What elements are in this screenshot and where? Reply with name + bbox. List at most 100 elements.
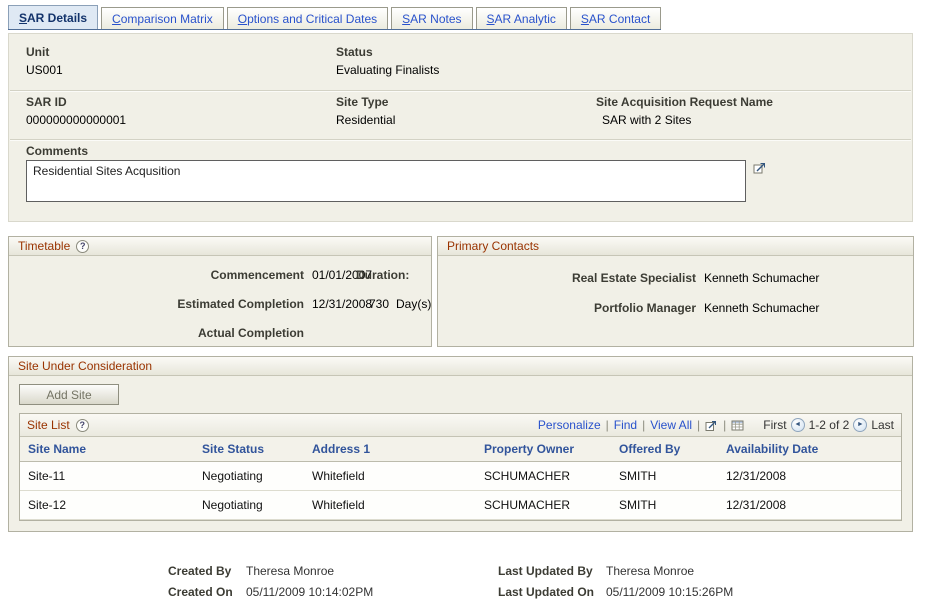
last-updated-on-label: Last Updated On [498, 582, 598, 603]
expand-comments-icon[interactable] [753, 161, 767, 175]
separator: | [606, 418, 609, 432]
pager-next-icon[interactable]: ► [853, 418, 867, 432]
cell-site-name: Site-11 [20, 462, 194, 491]
comments-textarea[interactable]: Residential Sites Acqusition [26, 160, 746, 202]
commencement-label: Commencement [17, 268, 304, 282]
tab-options-critical-dates[interactable]: Options and Critical Dates [227, 7, 388, 29]
find-link[interactable]: Find [614, 418, 637, 432]
tab-comparison-matrix[interactable]: Comparison Matrix [101, 7, 224, 29]
field-status: Status Evaluating Finalists [336, 45, 439, 77]
site-under-consideration-groupbox: Site Under Consideration Add Site Site L… [8, 356, 913, 532]
duration-label: Duration: [356, 268, 409, 282]
view-all-link[interactable]: View All [650, 418, 692, 432]
tab-sar-contact[interactable]: SAR Contact [570, 7, 661, 29]
status-label: Status [336, 45, 439, 59]
column-header-availability-date[interactable]: Availability Date [718, 437, 901, 462]
column-header-site-name[interactable]: Site Name [20, 437, 194, 462]
tab-sar-notes[interactable]: SAR Notes [391, 7, 472, 29]
table-header-row: Site Name Site Status Address 1 Property… [20, 437, 901, 462]
field-site-type: Site Type Residential [336, 95, 395, 127]
last-updated-on-value: 05/11/2009 10:15:26PM [606, 582, 733, 603]
divider [10, 139, 911, 141]
pager-range: 1-2 of 2 [809, 418, 850, 432]
site-list-grid: Site List ? Personalize | Find | View Al… [19, 413, 902, 521]
table-row: Site-12 Negotiating Whitefield SCHUMACHE… [20, 491, 901, 520]
pager-last-link[interactable]: Last [871, 418, 894, 432]
unit-value: US001 [26, 63, 63, 77]
tab-label: Comparison Matrix [112, 12, 213, 26]
column-header-address-1[interactable]: Address 1 [304, 437, 476, 462]
tab-label: SAR Contact [581, 12, 650, 26]
grid-toolbar: Site List ? Personalize | Find | View Al… [20, 414, 901, 437]
cell-property-owner: SCHUMACHER [476, 462, 611, 491]
zoom-grid-icon[interactable] [705, 419, 718, 432]
real-estate-specialist-label: Real Estate Specialist [446, 271, 696, 285]
sar-header-panel: Unit US001 Status Evaluating Finalists S… [8, 33, 913, 222]
field-unit: Unit US001 [26, 45, 63, 77]
column-header-property-owner[interactable]: Property Owner [476, 437, 611, 462]
column-header-offered-by[interactable]: Offered By [611, 437, 718, 462]
tab-sar-analytic[interactable]: SAR Analytic [476, 7, 567, 29]
timetable-header: Timetable ? [9, 237, 431, 256]
separator: | [697, 418, 700, 432]
created-info: Created By Theresa Monroe Created On 05/… [168, 561, 373, 603]
created-on-label: Created On [168, 582, 238, 603]
tab-label: Options and Critical Dates [238, 12, 377, 26]
pager-previous-icon[interactable]: ◄ [791, 418, 805, 432]
site-section-header: Site Under Consideration [9, 357, 912, 376]
duration-unit: Day(s) [396, 297, 431, 311]
site-list-table: Site Name Site Status Address 1 Property… [20, 437, 901, 520]
portfolio-manager-label: Portfolio Manager [446, 301, 696, 315]
sar-name-value: SAR with 2 Sites [596, 113, 773, 127]
tab-label: SAR Details [19, 11, 87, 25]
separator: | [642, 418, 645, 432]
sar-details-page: SAR Details Comparison Matrix Options an… [0, 0, 928, 603]
site-list-title: Site List [27, 418, 70, 432]
cell-site-status: Negotiating [194, 491, 304, 520]
help-icon[interactable]: ? [76, 419, 89, 432]
field-sar-name: Site Acquisition Request Name SAR with 2… [596, 95, 773, 127]
download-spreadsheet-icon[interactable] [731, 419, 744, 432]
actual-completion-label: Actual Completion [17, 326, 304, 340]
created-by-label: Created By [168, 561, 238, 582]
site-section-title: Site Under Consideration [18, 359, 152, 373]
primary-contacts-title: Primary Contacts [447, 239, 539, 253]
separator: | [723, 418, 726, 432]
column-header-site-status[interactable]: Site Status [194, 437, 304, 462]
created-on-value: 05/11/2009 10:14:02PM [246, 582, 373, 603]
divider [10, 90, 911, 92]
cell-offered-by: SMITH [611, 491, 718, 520]
cell-property-owner: SCHUMACHER [476, 491, 611, 520]
help-icon[interactable]: ? [76, 240, 89, 253]
primary-contacts-header: Primary Contacts [438, 237, 913, 256]
add-site-button[interactable]: Add Site [19, 384, 119, 405]
personalize-link[interactable]: Personalize [538, 418, 601, 432]
unit-label: Unit [26, 45, 63, 59]
timetable-groupbox: Timetable ? Commencement 01/01/2007 Dura… [8, 236, 432, 347]
tab-label: SAR Notes [402, 12, 461, 26]
site-type-value: Residential [336, 113, 395, 127]
last-updated-by-label: Last Updated By [498, 561, 598, 582]
tab-label: SAR Analytic [487, 12, 556, 26]
tab-sar-details[interactable]: SAR Details [8, 5, 98, 29]
sar-id-value: 000000000000001 [26, 113, 126, 127]
site-type-label: Site Type [336, 95, 395, 109]
created-by-value: Theresa Monroe [246, 561, 334, 582]
cell-availability-date: 12/31/2008 [718, 462, 901, 491]
cell-offered-by: SMITH [611, 462, 718, 491]
last-updated-by-value: Theresa Monroe [606, 561, 694, 582]
real-estate-specialist-value: Kenneth Schumacher [704, 271, 819, 285]
field-sar-id: SAR ID 000000000000001 [26, 95, 126, 127]
cell-site-name: Site-12 [20, 491, 194, 520]
cell-address-1: Whitefield [304, 462, 476, 491]
comments-label: Comments [26, 144, 88, 158]
field-comments: Comments [26, 144, 88, 158]
tab-bar: SAR Details Comparison Matrix Options an… [8, 5, 661, 30]
sar-id-label: SAR ID [26, 95, 126, 109]
sar-name-label: Site Acquisition Request Name [596, 95, 773, 109]
cell-site-status: Negotiating [194, 462, 304, 491]
cell-address-1: Whitefield [304, 491, 476, 520]
pager-first-link[interactable]: First [763, 418, 786, 432]
table-row: Site-11 Negotiating Whitefield SCHUMACHE… [20, 462, 901, 491]
timetable-title: Timetable [18, 239, 70, 253]
